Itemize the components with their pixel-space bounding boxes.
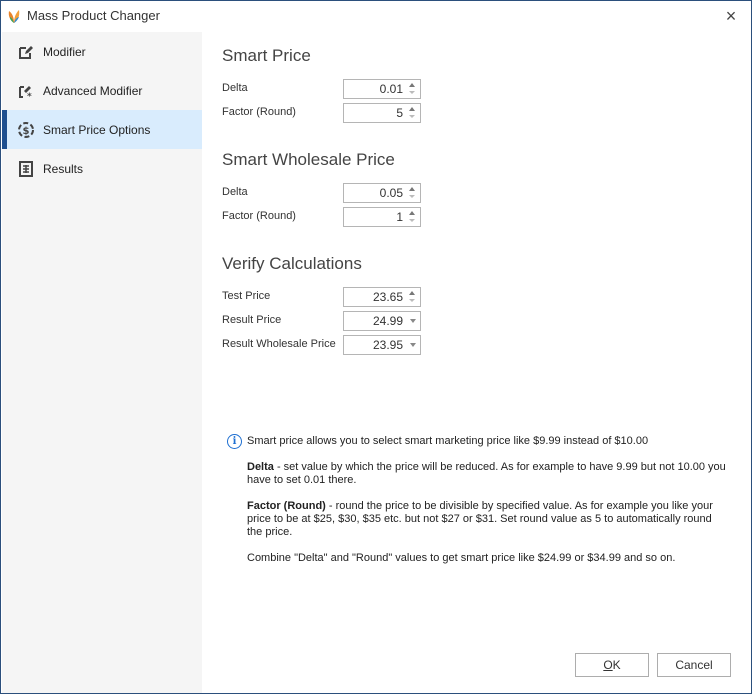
smart-price-factor-label: Factor (Round) xyxy=(222,106,296,118)
svg-text:*: * xyxy=(27,92,32,99)
dropdown-value: 24.99 xyxy=(372,314,403,328)
spin-up-icon[interactable] xyxy=(409,211,415,215)
spin-down-icon[interactable] xyxy=(409,219,415,222)
ok-button[interactable]: OK xyxy=(575,653,649,677)
edit-icon xyxy=(17,43,35,61)
close-button[interactable]: × xyxy=(721,6,741,26)
spin-down-icon[interactable] xyxy=(409,195,415,198)
sidebar-item-advanced-modifier[interactable]: * Advanced Modifier xyxy=(2,71,202,110)
spin-arrows[interactable] xyxy=(408,81,417,97)
smart-price-delta-label: Delta xyxy=(222,82,248,94)
dropdown-value: 23.95 xyxy=(372,338,403,352)
wholesale-factor-spinner[interactable]: 1 xyxy=(343,207,421,227)
window-title: Mass Product Changer xyxy=(27,8,160,23)
smart-price-delta-spinner[interactable]: 0.01 xyxy=(343,79,421,99)
spin-down-icon[interactable] xyxy=(409,299,415,302)
sidebar-item-results[interactable]: Results xyxy=(2,149,202,188)
sidebar-item-label: Modifier xyxy=(43,44,86,59)
info-headline: Smart price allows you to select smart m… xyxy=(247,435,649,447)
result-wholesale-price-label: Result Wholesale Price xyxy=(222,338,336,350)
sidebar: Modifier * Advanced Modifier $ Smart Pri… xyxy=(2,32,202,693)
ok-mnemonic: O xyxy=(603,658,613,672)
cancel-button[interactable]: Cancel xyxy=(657,653,731,677)
smart-wholesale-price-heading: Smart Wholesale Price xyxy=(222,150,395,169)
smart-price-factor-spinner[interactable]: 5 xyxy=(343,103,421,123)
info-delta-paragraph: Delta - set value by which the price wil… xyxy=(247,461,727,487)
wholesale-delta-spinner[interactable]: 0.05 xyxy=(343,183,421,203)
title-bar: Mass Product Changer × xyxy=(1,1,751,31)
info-delta-text: - set value by which the price will be r… xyxy=(247,461,726,486)
sidebar-item-modifier[interactable]: Modifier xyxy=(2,32,202,71)
result-price-dropdown[interactable]: 24.99 xyxy=(343,311,421,331)
info-delta-term: Delta xyxy=(247,461,274,473)
smart-price-icon: $ xyxy=(17,121,35,139)
sidebar-item-label: Results xyxy=(43,161,84,176)
info-icon: i xyxy=(227,434,242,449)
results-grid-icon xyxy=(17,160,35,178)
spin-down-icon[interactable] xyxy=(409,115,415,118)
result-wholesale-price-dropdown[interactable]: 23.95 xyxy=(343,335,421,355)
info-factor-paragraph: Factor (Round) - round the price to be d… xyxy=(247,500,727,539)
spin-up-icon[interactable] xyxy=(409,107,415,111)
test-price-label: Test Price xyxy=(222,290,271,302)
sidebar-item-label: Smart Price Options xyxy=(43,122,151,137)
spin-down-icon[interactable] xyxy=(409,91,415,94)
wholesale-delta-label: Delta xyxy=(222,186,248,198)
chevron-down-icon[interactable] xyxy=(410,343,416,347)
spinner-value: 23.65 xyxy=(372,290,403,304)
spin-up-icon[interactable] xyxy=(409,83,415,87)
ok-label: K xyxy=(612,658,621,672)
spin-arrows[interactable] xyxy=(408,105,417,121)
spin-arrows[interactable] xyxy=(408,209,417,225)
smart-price-heading: Smart Price xyxy=(222,46,311,65)
verify-calculations-heading: Verify Calculations xyxy=(222,254,362,273)
sidebar-item-smart-price-options[interactable]: $ Smart Price Options xyxy=(2,110,202,149)
info-factor-term: Factor (Round) xyxy=(247,500,326,512)
spinner-value: 0.05 xyxy=(379,186,403,200)
sidebar-item-label: Advanced Modifier xyxy=(43,83,143,98)
smart-price-options-panel: Smart Price Delta 0.01 Factor (Round) 5 … xyxy=(202,32,751,693)
spin-up-icon[interactable] xyxy=(409,187,415,191)
spinner-value: 5 xyxy=(396,106,403,120)
svg-text:$: $ xyxy=(23,126,30,137)
chevron-down-icon[interactable] xyxy=(410,319,416,323)
spin-up-icon[interactable] xyxy=(409,291,415,295)
close-icon: × xyxy=(725,6,737,26)
advanced-edit-icon: * xyxy=(17,82,35,100)
test-price-spinner[interactable]: 23.65 xyxy=(343,287,421,307)
info-combine-paragraph: Combine "Delta" and "Round" values to ge… xyxy=(247,552,676,564)
wholesale-factor-label: Factor (Round) xyxy=(222,210,296,222)
spin-arrows[interactable] xyxy=(408,289,417,305)
spinner-value: 0.01 xyxy=(379,82,403,96)
mass-product-changer-window: Mass Product Changer × Modifier * Advanc… xyxy=(0,0,752,694)
spin-arrows[interactable] xyxy=(408,185,417,201)
app-logo-icon xyxy=(8,10,20,23)
spinner-value: 1 xyxy=(396,210,403,224)
result-price-label: Result Price xyxy=(222,314,282,326)
